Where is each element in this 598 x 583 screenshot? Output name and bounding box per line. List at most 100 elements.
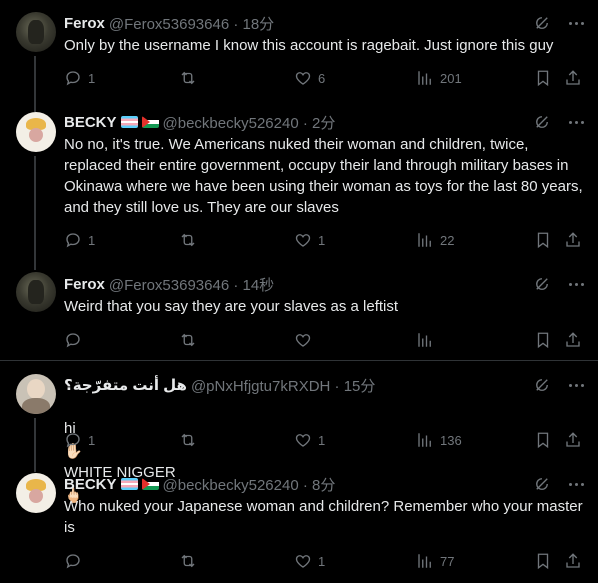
bookmark-button[interactable] bbox=[534, 551, 552, 571]
like-button[interactable]: 1 bbox=[294, 230, 325, 250]
like-button[interactable]: 1 bbox=[294, 430, 325, 450]
author-handle-time[interactable]: @beckbecky526240 · 2分 bbox=[163, 112, 336, 133]
views-button[interactable]: 201 bbox=[416, 68, 462, 88]
reply-count: 1 bbox=[88, 432, 96, 448]
more-icon[interactable] bbox=[569, 21, 584, 25]
avatar[interactable] bbox=[16, 112, 56, 152]
reply-button[interactable]: 1 bbox=[64, 430, 95, 450]
grok-icon[interactable] bbox=[533, 113, 551, 131]
bookmark-button[interactable] bbox=[534, 68, 552, 88]
bookmark-button[interactable] bbox=[534, 230, 552, 250]
retweet-button[interactable] bbox=[179, 230, 203, 250]
like-count: 1 bbox=[318, 553, 326, 569]
reply-button[interactable]: 1 bbox=[64, 230, 95, 250]
bookmark-icon bbox=[534, 69, 552, 87]
share-button[interactable] bbox=[564, 430, 582, 450]
post-header: Ferox @Ferox53693646 · 14秒 bbox=[64, 274, 274, 294]
post-top-icons bbox=[533, 376, 584, 394]
share-button[interactable] bbox=[564, 330, 582, 350]
author-handle-time[interactable]: @pNxHfjgtu7kRXDH · 15分 bbox=[191, 375, 375, 396]
views-count: 77 bbox=[440, 553, 455, 569]
views-button[interactable]: 136 bbox=[416, 430, 462, 450]
share-icon bbox=[564, 69, 582, 87]
post[interactable]: هل أنت متفرّجة؟ @pNxHfjgtu7kRXDH · 15分 h… bbox=[0, 361, 598, 504]
bookmark-icon bbox=[534, 331, 552, 349]
share-button[interactable] bbox=[564, 230, 582, 250]
grok-icon[interactable] bbox=[533, 475, 551, 493]
author-name[interactable]: Ferox bbox=[64, 276, 105, 293]
views-icon bbox=[416, 431, 434, 449]
action-bar: 1 6 201 bbox=[64, 68, 582, 88]
views-button[interactable]: 22 bbox=[416, 230, 454, 250]
more-icon[interactable] bbox=[569, 282, 584, 286]
bookmark-button[interactable] bbox=[534, 430, 552, 450]
author-name[interactable]: Ferox bbox=[64, 15, 105, 32]
post-text: Who nuked your Japanese woman and childr… bbox=[64, 498, 583, 536]
like-button[interactable]: 1 bbox=[294, 551, 325, 571]
avatar[interactable] bbox=[16, 12, 56, 52]
grok-icon[interactable] bbox=[533, 376, 551, 394]
post[interactable]: Ferox @Ferox53693646 · 14秒 Weird that yo… bbox=[0, 262, 598, 360]
author-name[interactable]: BECKY bbox=[64, 476, 117, 493]
post-header: BECKY @beckbecky526240 · 8分 bbox=[64, 474, 335, 494]
post-header: BECKY @beckbecky526240 · 2分 bbox=[64, 112, 335, 132]
retweet-button[interactable] bbox=[179, 330, 203, 350]
post-top-icons bbox=[533, 14, 584, 32]
avatar[interactable] bbox=[16, 374, 56, 414]
retweet-icon bbox=[179, 552, 197, 570]
share-icon bbox=[564, 231, 582, 249]
heart-icon bbox=[294, 231, 312, 249]
more-icon[interactable] bbox=[569, 482, 584, 486]
reply-icon bbox=[64, 431, 82, 449]
post-top-icons bbox=[533, 113, 584, 131]
author-handle-time[interactable]: @Ferox53693646 · 18分 bbox=[109, 13, 274, 34]
grok-icon[interactable] bbox=[533, 14, 551, 32]
retweet-icon bbox=[179, 331, 197, 349]
post[interactable]: Ferox @Ferox53693646 · 18分 Only by the u… bbox=[0, 0, 598, 100]
more-icon[interactable] bbox=[569, 383, 584, 387]
avatar[interactable] bbox=[16, 473, 56, 513]
bookmark-icon bbox=[534, 431, 552, 449]
like-count: 6 bbox=[318, 70, 326, 86]
bookmark-icon bbox=[534, 552, 552, 570]
share-icon bbox=[564, 431, 582, 449]
heart-icon bbox=[294, 69, 312, 87]
author-handle-time[interactable]: @beckbecky526240 · 8分 bbox=[163, 474, 336, 495]
like-button[interactable]: 6 bbox=[294, 68, 325, 88]
retweet-button[interactable] bbox=[179, 551, 203, 571]
palestine-flag-icon bbox=[141, 478, 159, 490]
action-bar: 1 77 bbox=[64, 551, 582, 571]
views-button[interactable] bbox=[416, 330, 440, 350]
reply-icon bbox=[64, 331, 82, 349]
avatar[interactable] bbox=[16, 272, 56, 312]
retweet-button[interactable] bbox=[179, 68, 203, 88]
share-button[interactable] bbox=[564, 551, 582, 571]
views-count: 136 bbox=[440, 432, 462, 448]
retweet-icon bbox=[179, 431, 197, 449]
like-button[interactable] bbox=[294, 330, 318, 350]
views-icon bbox=[416, 331, 434, 349]
post[interactable]: BECKY @beckbecky526240 · 2分 No no, it's … bbox=[0, 100, 598, 262]
post-text: No no, it's true. We Americans nuked the… bbox=[64, 136, 583, 216]
action-bar: 1 1 136 bbox=[64, 430, 582, 450]
reply-button[interactable] bbox=[64, 551, 88, 571]
author-name[interactable]: BECKY bbox=[64, 114, 117, 131]
post-top-icons bbox=[533, 275, 584, 293]
retweet-button[interactable] bbox=[179, 430, 203, 450]
reply-button[interactable] bbox=[64, 330, 88, 350]
reply-button[interactable]: 1 bbox=[64, 68, 95, 88]
like-count: 1 bbox=[318, 432, 326, 448]
reply-count: 1 bbox=[88, 232, 96, 248]
palestine-flag-icon bbox=[141, 116, 159, 128]
more-icon[interactable] bbox=[569, 120, 584, 124]
views-button[interactable]: 77 bbox=[416, 551, 454, 571]
author-handle-time[interactable]: @Ferox53693646 · 14秒 bbox=[109, 274, 274, 295]
share-button[interactable] bbox=[564, 68, 582, 88]
bookmark-icon bbox=[534, 231, 552, 249]
grok-icon[interactable] bbox=[533, 275, 551, 293]
bookmark-button[interactable] bbox=[534, 330, 552, 350]
share-icon bbox=[564, 552, 582, 570]
post[interactable]: BECKY @beckbecky526240 · 8分 Who nuked yo… bbox=[0, 461, 598, 583]
author-name[interactable]: هل أنت متفرّجة؟ bbox=[64, 376, 187, 394]
like-count: 1 bbox=[318, 232, 326, 248]
